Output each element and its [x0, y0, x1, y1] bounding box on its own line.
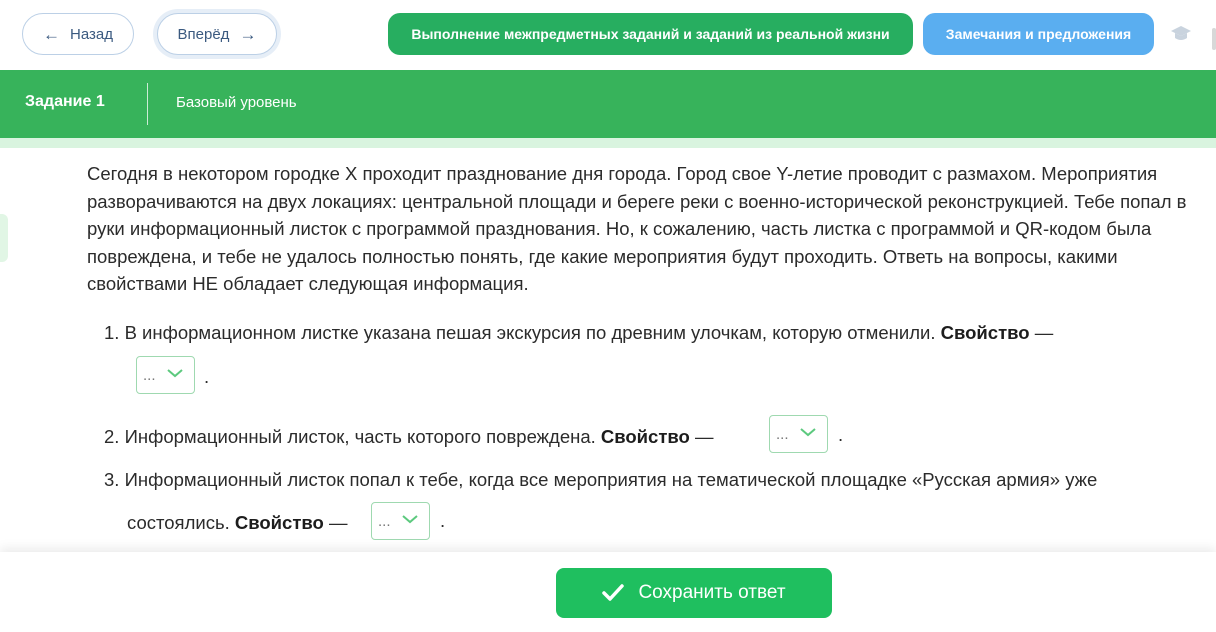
top-bar: ← Назад Вперёд → Выполнение межпредметны… — [0, 0, 1216, 70]
question-text: состоялись. — [127, 512, 230, 533]
question-1: 1. В информационном листке указана пешая… — [104, 319, 1053, 347]
property-label: Свойство — [234, 512, 324, 533]
question-number: 3. — [104, 469, 120, 490]
question-number: 1. — [104, 322, 120, 343]
graduation-cap-icon[interactable] — [1170, 24, 1192, 44]
checkmark-icon — [602, 584, 625, 601]
property-dropdown-2[interactable]: ... — [769, 415, 828, 453]
dash: — — [694, 426, 714, 447]
question-3-continuation: состоялись. Свойство — — [127, 509, 347, 537]
dropdown-value: ... — [378, 512, 391, 530]
property-dropdown-3[interactable]: ... — [371, 502, 430, 540]
dropdown-value: ... — [776, 425, 789, 443]
question-3: 3. Информационный листок попал к тебе, к… — [104, 466, 1097, 494]
back-button[interactable]: ← Назад — [22, 13, 134, 55]
forward-button-label: Вперёд — [177, 25, 230, 43]
chevron-down-icon — [800, 428, 816, 437]
question-text: Информационный листок, часть которого по… — [124, 426, 596, 447]
chevron-down-icon — [402, 515, 418, 524]
task-header-strip — [0, 138, 1216, 148]
arrow-right-icon: → — [239, 24, 257, 44]
section-button[interactable]: Выполнение межпредметных заданий и задан… — [388, 13, 913, 55]
question-end: . — [440, 510, 446, 531]
forward-button[interactable]: Вперёд → — [157, 13, 277, 55]
feedback-button[interactable]: Замечания и предложения — [923, 13, 1154, 55]
chevron-down-icon — [167, 369, 183, 378]
save-answer-label: Сохранить ответ — [638, 582, 786, 603]
arrow-left-icon: ← — [43, 24, 60, 44]
save-answer-button[interactable]: Сохранить ответ — [556, 568, 832, 618]
task-intro: Сегодня в некотором городке X проходит п… — [87, 163, 1187, 294]
question-text: Информационный листок попал к тебе, когд… — [124, 469, 1098, 490]
task-title: Задание 1 — [25, 93, 105, 110]
question-2: 2. Информационный листок, часть которого… — [104, 423, 713, 451]
question-end: . — [204, 366, 210, 387]
task-level: Базовый уровень — [176, 94, 297, 111]
dash: — — [1034, 322, 1054, 343]
property-label: Свойство — [600, 426, 690, 447]
task-content: Сегодня в некотором городке X проходит п… — [87, 160, 1197, 298]
side-tab[interactable] — [0, 214, 8, 262]
property-dropdown-1[interactable]: ... — [136, 356, 195, 394]
divider — [147, 83, 148, 125]
question-number: 2. — [104, 426, 120, 447]
dropdown-value: ... — [143, 366, 156, 384]
question-end: . — [838, 424, 844, 445]
scrollbar[interactable] — [1212, 28, 1216, 50]
dash: — — [328, 512, 348, 533]
question-text: В информационном листке указана пешая эк… — [124, 322, 936, 343]
back-button-label: Назад — [70, 25, 113, 43]
property-label: Свойство — [940, 322, 1030, 343]
